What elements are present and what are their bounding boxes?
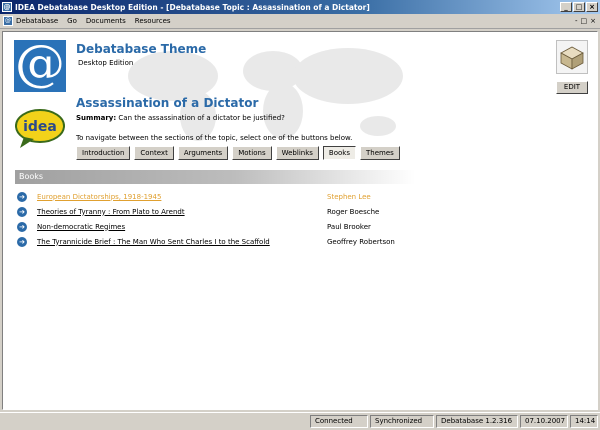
brand-title: Debatabase Theme xyxy=(76,42,207,56)
nav-weblinks-button[interactable]: Weblinks xyxy=(275,146,319,160)
window-title: IDEA Debatabase Desktop Edition - [Debat… xyxy=(15,2,370,12)
book-author: Geoffrey Robertson xyxy=(327,237,395,246)
topic-title: Assassination of a Dictator xyxy=(76,96,259,110)
nav-themes-button[interactable]: Themes xyxy=(359,146,400,160)
arrow-link-icon[interactable]: ➔ xyxy=(17,191,27,202)
list-item[interactable]: ➔ European Dictatorships, 1918-1945 Step… xyxy=(17,189,517,204)
nav-books-button[interactable]: Books xyxy=(322,146,356,160)
debatabase-logo: @ xyxy=(14,34,66,92)
arrow-link-icon[interactable]: ➔ xyxy=(17,236,27,247)
topic-summary: Summary: Can the assassination of a dict… xyxy=(76,114,516,122)
nav-motions-button[interactable]: Motions xyxy=(232,146,272,160)
navigation-hint: To navigate between the sections of the … xyxy=(76,134,353,142)
nav-context-button[interactable]: Context xyxy=(134,146,174,160)
menu-go[interactable]: Go xyxy=(67,17,77,25)
status-sync: Synchronized xyxy=(370,415,434,428)
status-time: 14:14 xyxy=(570,415,598,428)
menu-documents[interactable]: Documents xyxy=(86,17,126,25)
summary-text: Can the assassination of a dictator be j… xyxy=(118,114,285,122)
book-author: Paul Brooker xyxy=(327,222,371,231)
nav-arguments-button[interactable]: Arguments xyxy=(177,146,229,160)
nav-introduction-button[interactable]: Introduction xyxy=(76,146,131,160)
status-connection: Connected xyxy=(310,415,368,428)
book-title-link[interactable]: Theories of Tyranny : From Plato to Aren… xyxy=(37,208,327,216)
topic-header: Assassination of a Dictator Summary: Can… xyxy=(76,96,516,142)
document-pane: @ Debatabase Theme Desktop Edition idea … xyxy=(2,31,598,410)
arrow-link-icon[interactable]: ➔ xyxy=(17,221,27,232)
menu-debatabase[interactable]: Debatabase xyxy=(16,17,58,25)
idea-logo: idea xyxy=(15,109,65,148)
book-title-link[interactable]: European Dictatorships, 1918-1945 xyxy=(37,193,327,201)
status-date: 07.10.2007 xyxy=(520,415,568,428)
edit-box-icon[interactable] xyxy=(556,40,588,74)
book-author: Stephen Lee xyxy=(327,192,371,201)
mdi-minimize-button[interactable]: - xyxy=(575,17,578,25)
book-author: Roger Boesche xyxy=(327,207,380,216)
title-bar: @ IDEA Debatabase Desktop Edition - [Deb… xyxy=(0,0,600,14)
mdi-restore-button[interactable]: □ xyxy=(581,17,588,25)
list-item[interactable]: ➔ The Tyrannicide Brief : The Man Who Se… xyxy=(17,234,517,249)
book-title-link[interactable]: The Tyrannicide Brief : The Man Who Sent… xyxy=(37,238,327,246)
app-icon[interactable]: @ xyxy=(2,2,12,12)
mdi-close-button[interactable]: × xyxy=(590,17,596,25)
close-button[interactable]: × xyxy=(586,2,598,12)
brand-header: Debatabase Theme Desktop Edition xyxy=(76,42,206,67)
book-title-link[interactable]: Non-democratic Regimes xyxy=(37,223,327,231)
summary-label: Summary: xyxy=(76,114,117,122)
menu-bar: @ Debatabase Go Documents Resources - □ … xyxy=(0,14,600,29)
status-version: Debatabase 1.2.316 xyxy=(436,415,518,428)
section-header: Books xyxy=(15,170,415,184)
brand-subtitle: Desktop Edition xyxy=(78,59,134,67)
list-item[interactable]: ➔ Theories of Tyranny : From Plato to Ar… xyxy=(17,204,517,219)
arrow-link-icon[interactable]: ➔ xyxy=(17,206,27,217)
books-list: ➔ European Dictatorships, 1918-1945 Step… xyxy=(17,189,517,249)
list-item[interactable]: ➔ Non-democratic Regimes Paul Brooker xyxy=(17,219,517,234)
section-nav: Introduction Context Arguments Motions W… xyxy=(76,146,400,160)
maximize-button[interactable]: □ xyxy=(573,2,585,12)
edit-button[interactable]: EDIT xyxy=(556,81,588,94)
menu-resources[interactable]: Resources xyxy=(135,17,171,25)
idea-logo-text: idea xyxy=(23,119,57,135)
minimize-button[interactable]: _ xyxy=(560,2,572,12)
status-bar: Connected Synchronized Debatabase 1.2.31… xyxy=(0,412,600,430)
document-icon[interactable]: @ xyxy=(3,16,13,26)
